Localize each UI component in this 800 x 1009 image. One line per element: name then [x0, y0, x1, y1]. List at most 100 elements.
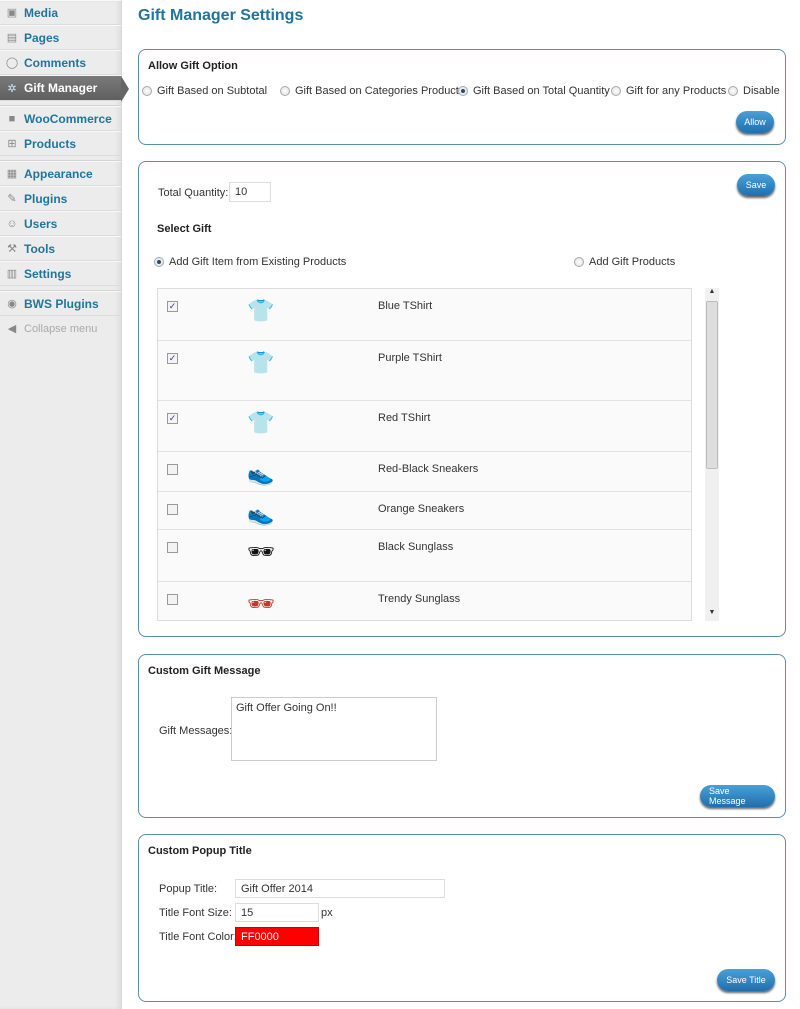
sidebar-item-label: Appearance	[24, 166, 93, 181]
scroll-down-icon[interactable]: ▼	[705, 609, 719, 621]
gift-messages-label: Gift Messages:	[159, 725, 233, 737]
product-row: ✓ 👕 Purple TShirt	[158, 341, 691, 401]
sneaker-icon: 👟	[247, 461, 275, 486]
title-font-size-label: Title Font Size:	[159, 907, 232, 919]
title-font-color-input[interactable]	[235, 927, 319, 946]
radio-icon	[728, 86, 738, 96]
radio-icon	[458, 86, 468, 96]
admin-sidebar: ▣ Media ▤ Pages ◯ Comments ✲ Gift Manager ■ WooCo…	[0, 0, 129, 1009]
sidebar-item-label: BWS Plugins	[24, 296, 99, 311]
radio-icon	[611, 86, 621, 96]
radio-allow-option[interactable]: Disable	[728, 85, 780, 97]
radio-add-gift-products[interactable]: Add Gift Products	[574, 256, 675, 268]
radio-icon	[280, 86, 290, 96]
product-name: Blue TShirt	[378, 300, 433, 312]
save-button[interactable]: Save	[737, 174, 775, 196]
users-icon: ☺	[6, 217, 18, 230]
product-row: 🕶 Trendy Sunglass	[158, 582, 691, 620]
page-title: Gift Manager Settings	[138, 7, 304, 24]
radio-allow-option[interactable]: Gift for any Products	[611, 85, 726, 97]
sidebar-item-label: Products	[24, 136, 77, 151]
product-name: Orange Sneakers	[378, 503, 465, 515]
product-name: Black Sunglass	[378, 541, 454, 553]
pages-icon: ▤	[6, 32, 18, 44]
product-checkbox[interactable]: ✓	[167, 413, 178, 424]
sidebar-item-users[interactable]: ☺ Users	[0, 211, 121, 236]
sidebar-item-gift-manager[interactable]: ✲ Gift Manager	[0, 75, 129, 102]
product-row: ✓ 👕 Red TShirt	[158, 401, 691, 452]
custom-gift-message-panel: Custom Gift Message Gift Messages: Gift …	[138, 654, 786, 818]
tshirt-icon: 👕	[247, 410, 275, 435]
product-checkbox[interactable]: ✓	[167, 301, 178, 312]
save-title-button[interactable]: Save Title	[717, 969, 775, 991]
bws-icon: ◉	[7, 298, 17, 310]
allow-gift-option-panel: Allow Gift Option Gift Based on Subtotal…	[138, 49, 786, 145]
title-font-color-label: Title Font Color:	[159, 931, 237, 943]
allow-button[interactable]: Allow	[736, 111, 774, 133]
panel-title: Custom Popup Title	[148, 845, 252, 857]
gift-messages-textarea[interactable]: Gift Offer Going On!!	[231, 697, 437, 761]
total-quantity-label: Total Quantity:	[158, 187, 229, 199]
sidebar-item-products[interactable]: ⊞ Products	[0, 131, 121, 156]
settings-icon: ▥	[6, 268, 18, 280]
popup-title-input[interactable]	[235, 879, 445, 898]
sidebar-item-label: Media	[24, 5, 59, 20]
sidebar-item-label: WooCommerce	[24, 111, 112, 126]
sidebar-item-media[interactable]: ▣ Media	[0, 0, 121, 25]
title-font-size-input[interactable]	[235, 903, 319, 922]
save-message-button[interactable]: Save Message	[700, 785, 775, 807]
sidebar-item-bws-plugins[interactable]: ◉ BWS Plugins	[0, 291, 121, 316]
product-row: 👟 Orange Sneakers	[158, 492, 691, 530]
panel-title: Custom Gift Message	[148, 665, 261, 677]
radio-existing-products[interactable]: Add Gift Item from Existing Products	[154, 256, 346, 268]
polo-shirt-icon: 👕	[247, 350, 275, 375]
product-name: Trendy Sunglass	[378, 593, 461, 605]
px-unit-label: px	[321, 907, 333, 919]
total-quantity-input[interactable]	[229, 182, 271, 202]
woocommerce-icon: ■	[8, 112, 16, 125]
product-checkbox[interactable]	[167, 464, 178, 475]
tshirt-icon: 👕	[247, 298, 275, 323]
select-gift-title: Select Gift	[157, 223, 212, 235]
scroll-thumb[interactable]	[706, 301, 718, 469]
product-checkbox[interactable]	[167, 542, 178, 553]
sunglasses-icon: 🕶	[247, 591, 275, 616]
plugins-icon: ✎	[7, 193, 17, 205]
sidebar-item-label: Users	[24, 216, 58, 231]
radio-icon	[142, 86, 152, 96]
popup-title-label: Popup Title:	[159, 883, 218, 895]
product-checkbox[interactable]	[167, 594, 178, 605]
comments-icon: ◯	[5, 57, 19, 69]
sidebar-item-plugins[interactable]: ✎ Plugins	[0, 186, 121, 211]
collapse-arrow-icon: ◀	[7, 323, 17, 335]
product-list: ✓ 👕 Blue TShirt ✓ 👕 Purple TShirt ✓ 👕 Red TShirt…	[157, 288, 692, 621]
appearance-icon: ▦	[6, 168, 18, 180]
sidebar-item-woocommerce[interactable]: ■ WooCommerce	[0, 106, 121, 131]
product-name: Red-Black Sneakers	[378, 463, 479, 475]
radio-allow-option[interactable]: Gift Based on Subtotal	[142, 85, 267, 97]
gear-icon: ✲	[7, 82, 17, 95]
sidebar-item-comments[interactable]: ◯ Comments	[0, 50, 121, 75]
product-checkbox[interactable]	[167, 504, 178, 515]
product-checkbox[interactable]: ✓	[167, 353, 178, 364]
sidebar-item-pages[interactable]: ▤ Pages	[0, 25, 121, 50]
media-icon: ▣	[6, 7, 18, 19]
product-row: 👟 Red-Black Sneakers	[158, 452, 691, 492]
sidebar-item-label: Plugins	[24, 191, 68, 206]
sidebar-item-tools[interactable]: ⚒ Tools	[0, 236, 121, 261]
scrollbar[interactable]: ▲ ▼	[705, 288, 719, 621]
sidebar-item-label: Tools	[24, 241, 56, 256]
panel-title: Allow Gift Option	[148, 60, 238, 72]
radio-allow-option[interactable]: Gift Based on Total Quantity	[458, 85, 610, 97]
custom-popup-title-panel: Custom Popup Title Popup Title: Title Fo…	[138, 834, 786, 1002]
collapse-menu-button[interactable]: ◀ Collapse menu	[0, 316, 121, 341]
product-row: 🕶 Black Sunglass	[158, 530, 691, 582]
scroll-up-icon[interactable]: ▲	[705, 288, 719, 300]
sidebar-item-appearance[interactable]: ▦ Appearance	[0, 161, 121, 186]
radio-icon	[574, 257, 584, 267]
tools-icon: ⚒	[7, 243, 17, 255]
sidebar-item-settings[interactable]: ▥ Settings	[0, 261, 121, 286]
sidebar-item-label: Comments	[24, 55, 87, 70]
radio-allow-option[interactable]: Gift Based on Categories Products	[280, 85, 464, 97]
sidebar-item-label: Settings	[24, 266, 72, 281]
